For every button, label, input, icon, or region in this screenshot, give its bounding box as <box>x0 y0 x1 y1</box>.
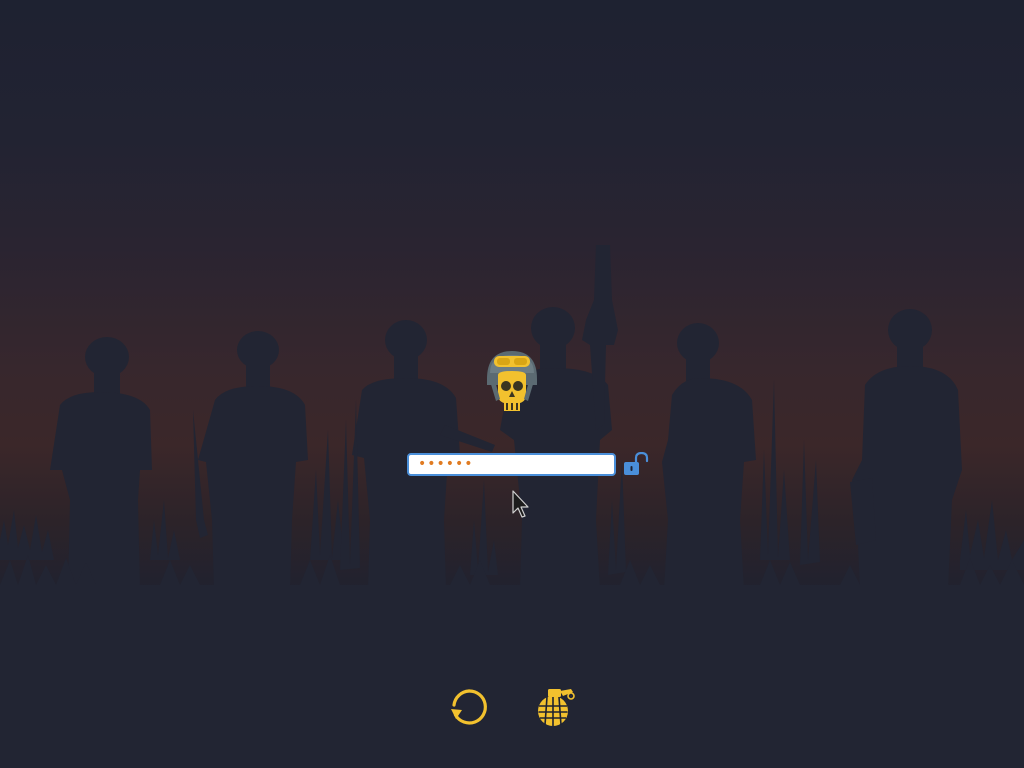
password-mask: •••••• <box>418 456 474 472</box>
grenade-button[interactable] <box>533 686 577 728</box>
unlock-padlock-icon <box>624 451 649 475</box>
restart-button[interactable] <box>449 687 489 727</box>
grenade-icon <box>538 689 575 726</box>
lock-screen: •••••• <box>0 0 1024 768</box>
skull-helmet-icon <box>487 351 537 411</box>
user-avatar <box>482 345 542 421</box>
unlock-button[interactable] <box>622 451 650 478</box>
restart-icon <box>451 689 487 725</box>
password-input[interactable]: •••••• <box>407 453 616 476</box>
mouse-pointer <box>512 490 532 520</box>
